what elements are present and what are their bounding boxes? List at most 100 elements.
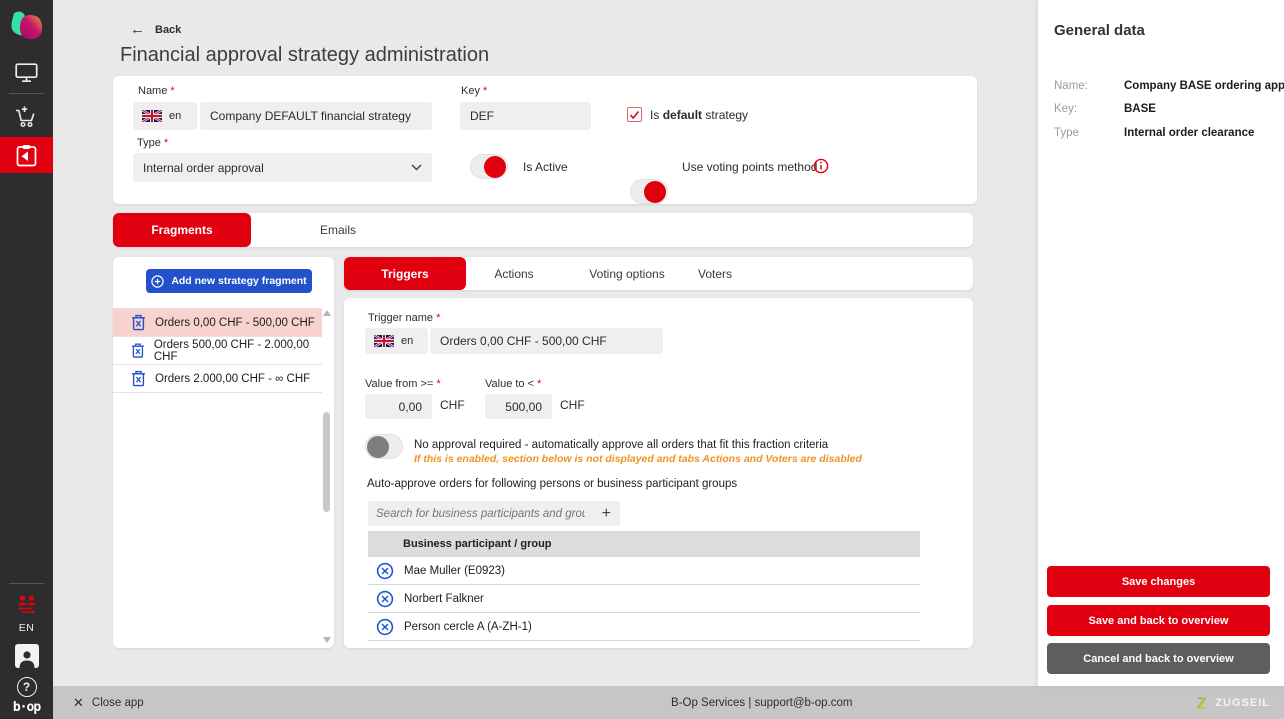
no-approval-label: No approval required - automatically app… — [414, 439, 828, 451]
is-default-label: Is default strategy — [650, 108, 748, 122]
auto-approve-label: Auto-approve orders for following person… — [367, 478, 737, 490]
back-label: Back — [155, 24, 181, 36]
people-swap-icon — [16, 594, 38, 615]
scroll-up-icon[interactable] — [323, 310, 331, 316]
app-logo[interactable] — [0, 7, 53, 49]
gd-key-value: BASE — [1124, 103, 1156, 115]
name-language-selector[interactable]: en — [133, 102, 197, 130]
gd-type-value: Internal order clearance — [1124, 127, 1254, 139]
save-changes-button[interactable]: Save changes — [1047, 566, 1270, 597]
trash-icon[interactable] — [131, 342, 145, 359]
language-code: en — [401, 335, 413, 347]
gd-name-label: Name: — [1054, 80, 1088, 92]
voting-points-label: Use voting points method — [682, 160, 817, 174]
language-label: EN — [19, 622, 35, 634]
tab-voters[interactable]: Voters — [670, 257, 760, 290]
type-select[interactable]: Internal order approval — [133, 153, 432, 182]
remove-icon[interactable] — [376, 562, 394, 580]
sidebar-language[interactable]: EN — [0, 620, 53, 636]
footer-bar: ✕ Close app B-Op Services | support@b-op… — [53, 686, 1284, 719]
fragments-panel: Add new strategy fragment Orders 0,00 CH… — [113, 257, 334, 648]
chevron-down-icon — [411, 164, 422, 171]
is-active-label: Is Active — [523, 160, 568, 174]
sidebar-item-profile[interactable] — [0, 642, 53, 670]
cancel-back-button[interactable]: Cancel and back to overview — [1047, 643, 1270, 674]
trash-icon[interactable] — [131, 370, 146, 387]
add-fragment-button[interactable]: Add new strategy fragment — [146, 269, 312, 293]
value-from-input[interactable] — [365, 394, 432, 419]
app-sidebar: EN ? b·op — [0, 0, 53, 719]
monitor-icon — [15, 63, 38, 83]
trigger-tabbar: Triggers Actions Voting options Voters — [344, 257, 973, 290]
participant-search-input[interactable] — [368, 508, 593, 520]
back-arrow-icon: ← — [130, 21, 145, 38]
sidebar-item-desktop[interactable] — [0, 57, 53, 89]
gd-name-value: Company BASE ordering app... — [1124, 80, 1284, 92]
value-from-label: Value from >= * — [365, 378, 441, 390]
scrollbar-thumb[interactable] — [323, 412, 330, 512]
gd-type-label: Type — [1054, 127, 1079, 139]
value-to-input[interactable] — [485, 394, 552, 419]
fragment-list-scrollbar — [321, 308, 332, 645]
fragment-list: Orders 0,00 CHF - 500,00 CHF Orders 500,… — [113, 308, 322, 393]
svg-text:Z: Z — [1197, 695, 1207, 711]
save-back-button[interactable]: Save and back to overview — [1047, 605, 1270, 636]
general-data-panel: General data Name: Company BASE ordering… — [1038, 0, 1284, 686]
footer-services-text: B-Op Services | support@b-op.com — [671, 686, 852, 719]
sidebar-bop-logo: b·op — [0, 698, 53, 716]
trash-icon[interactable] — [131, 314, 146, 331]
scroll-down-icon[interactable] — [323, 637, 331, 643]
sidebar-divider — [9, 93, 44, 94]
trigger-content-card: Trigger name * en Value from >= * Value … — [344, 298, 973, 648]
sidebar-item-switch-user[interactable] — [0, 591, 53, 617]
participants-table: Business participant / group Mae Muller … — [368, 531, 920, 641]
tab-emails[interactable]: Emails — [293, 213, 383, 247]
close-app-button[interactable]: ✕ Close app — [73, 686, 144, 719]
strategy-form-card: Name * en Key * Is default strategy Type… — [113, 76, 977, 204]
participant-search: + — [368, 501, 620, 526]
sidebar-item-help[interactable]: ? — [0, 676, 53, 698]
trigger-name-label: Trigger name * — [368, 312, 440, 324]
sidebar-divider-bottom — [9, 583, 44, 584]
add-participant-icon[interactable]: + — [593, 505, 620, 523]
trigger-language-selector[interactable]: en — [365, 328, 428, 354]
brand-name: ZUGSEIL — [1215, 697, 1270, 709]
info-icon[interactable] — [813, 158, 829, 174]
tab-voting-options[interactable]: Voting options — [577, 257, 677, 290]
fragment-list-item[interactable]: Orders 500,00 CHF - 2.000,00 CHF — [113, 337, 322, 365]
is-default-checkbox[interactable] — [627, 107, 642, 122]
remove-icon[interactable] — [376, 590, 394, 608]
is-active-toggle[interactable] — [470, 154, 508, 179]
toggle-knob — [484, 156, 506, 178]
sidebar-item-approval-strategies[interactable] — [0, 137, 53, 173]
close-icon: ✕ — [73, 695, 84, 711]
zugseil-logo: Z ZUGSEIL — [1197, 686, 1270, 719]
tab-fragments[interactable]: Fragments — [113, 213, 251, 247]
trigger-name-input[interactable] — [430, 328, 663, 354]
sidebar-item-orders[interactable] — [0, 100, 53, 134]
fragment-list-item[interactable]: Orders 2.000,00 CHF - ∞ CHF — [113, 365, 322, 393]
plus-circle-icon — [151, 275, 164, 288]
is-default-group: Is default strategy — [627, 107, 748, 122]
tab-actions[interactable]: Actions — [469, 257, 559, 290]
currency-label: CHF — [560, 398, 585, 412]
uk-flag-icon — [374, 335, 394, 347]
toggle-knob — [644, 181, 666, 203]
type-label: Type * — [137, 137, 168, 149]
voting-points-toggle[interactable] — [630, 179, 668, 204]
remove-icon[interactable] — [376, 618, 394, 636]
back-button[interactable]: ← Back — [130, 21, 181, 38]
tab-triggers[interactable]: Triggers — [344, 257, 466, 290]
table-row: Norbert Falkner — [368, 585, 920, 613]
zugseil-z-icon: Z — [1197, 695, 1211, 711]
strategy-name-input[interactable] — [200, 102, 432, 130]
clipboard-back-icon — [16, 144, 37, 167]
language-code: en — [169, 110, 181, 122]
no-approval-note: If this is enabled, section below is not… — [414, 453, 862, 465]
no-approval-toggle[interactable] — [365, 434, 403, 459]
strategy-key-input[interactable] — [460, 102, 591, 130]
general-data-title: General data — [1054, 22, 1145, 39]
uk-flag-icon — [142, 110, 162, 122]
value-to-label: Value to < * — [485, 378, 541, 390]
fragment-list-item[interactable]: Orders 0,00 CHF - 500,00 CHF — [113, 309, 322, 337]
